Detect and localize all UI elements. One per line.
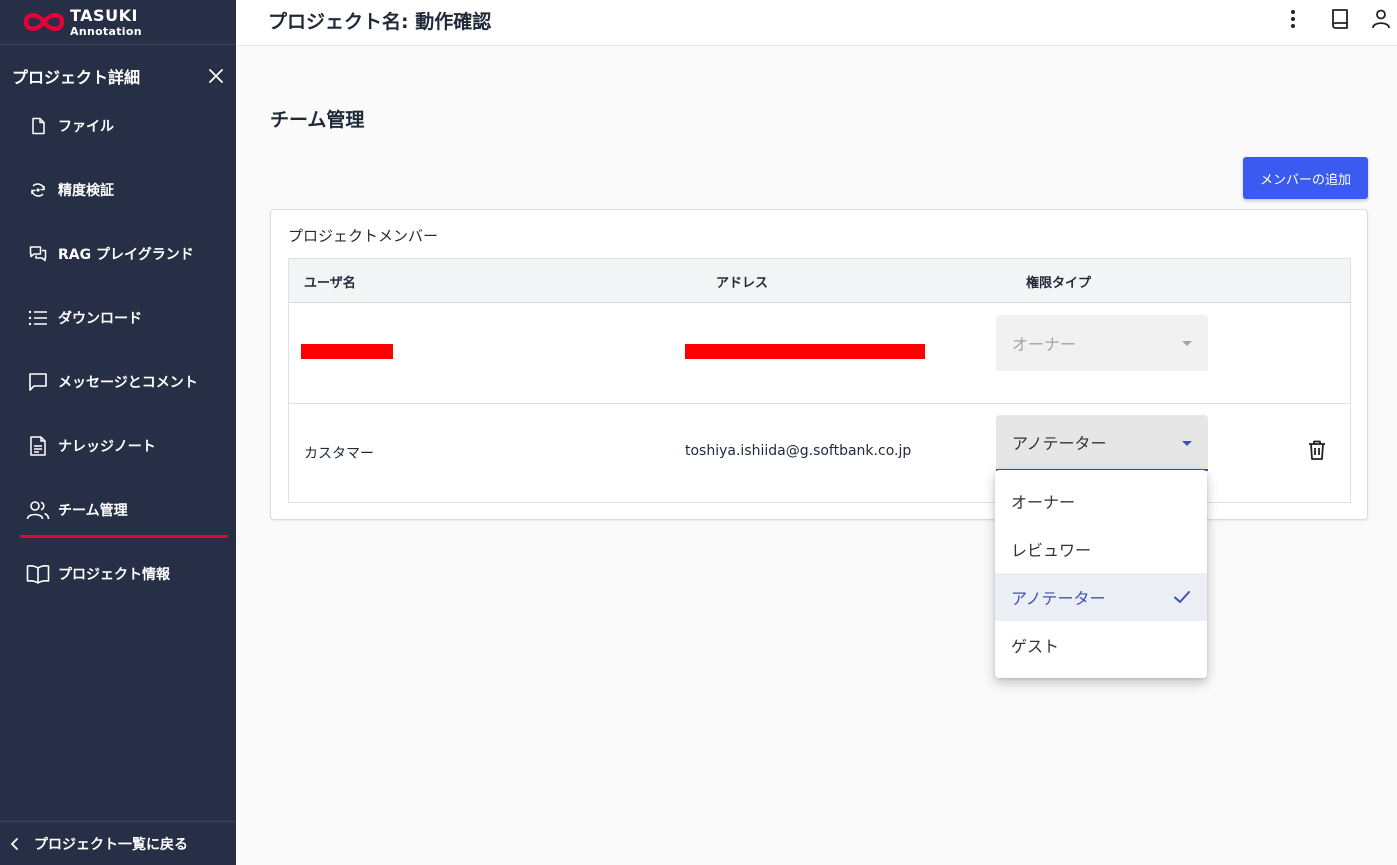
list-icon bbox=[26, 306, 50, 330]
role-option-label: レビュワー bbox=[1011, 541, 1092, 560]
sidebar-item-rag-playground[interactable]: RAG プレイグランド bbox=[20, 234, 228, 274]
role-option-annotator[interactable]: アノテーター bbox=[995, 573, 1207, 621]
back-to-projects-label: プロジェクト一覧に戻る bbox=[34, 836, 188, 853]
chat-bubbles-icon bbox=[26, 242, 50, 266]
role-option-label: アノテーター bbox=[1011, 589, 1106, 608]
redacted-username bbox=[301, 344, 393, 359]
logo-title: TASUKI bbox=[70, 5, 138, 25]
column-header-role: 権限タイプ bbox=[1026, 276, 1092, 291]
sidebar-item-label: プロジェクト情報 bbox=[58, 567, 170, 583]
card-title: プロジェクトメンバー bbox=[288, 227, 439, 245]
role-option-label: ゲスト bbox=[1011, 637, 1060, 656]
project-title: プロジェクト名: 動作確認 bbox=[268, 11, 492, 33]
members-table: ユーザ名 アドレス 権限タイプ オーナー カスタマー toshiya.ishii… bbox=[288, 258, 1351, 503]
dropdown-caret-icon bbox=[1182, 441, 1192, 446]
sidebar-item-project-info[interactable]: プロジェクト情報 bbox=[20, 554, 228, 594]
table-header: ユーザ名 アドレス 権限タイプ bbox=[289, 259, 1350, 303]
sidebar-title: プロジェクト詳細 bbox=[12, 68, 141, 87]
sidebar-item-messages[interactable]: メッセージとコメント bbox=[20, 362, 228, 402]
sidebar-item-team-management[interactable]: チーム管理 bbox=[20, 490, 228, 538]
sidebar-item-label: 精度検証 bbox=[58, 183, 114, 199]
column-header-address: アドレス bbox=[716, 276, 769, 291]
back-to-projects-link[interactable]: プロジェクト一覧に戻る bbox=[0, 821, 236, 865]
sidebar-item-files[interactable]: ファイル bbox=[20, 106, 228, 146]
document-icon bbox=[26, 434, 50, 458]
sidebar: TASUKI Annotation プロジェクト詳細 ファイル 精度検証 RAG… bbox=[0, 0, 236, 865]
close-icon[interactable] bbox=[208, 68, 224, 84]
username-cell: カスタマー bbox=[304, 446, 374, 462]
sidebar-item-label: ファイル bbox=[58, 119, 114, 135]
check-icon bbox=[1174, 591, 1190, 603]
role-select-disabled: オーナー bbox=[996, 315, 1208, 371]
sidebar-item-accuracy[interactable]: 精度検証 bbox=[20, 170, 228, 210]
redacted-address bbox=[685, 344, 925, 359]
users-icon bbox=[26, 498, 50, 522]
sidebar-header: プロジェクト詳細 bbox=[12, 64, 224, 88]
role-dropdown-menu: オーナー レビュワー アノテーター ゲスト bbox=[995, 470, 1207, 678]
sidebar-item-download[interactable]: ダウンロード bbox=[20, 298, 228, 338]
sidebar-item-label: ナレッジノート bbox=[58, 439, 156, 455]
role-option-label: オーナー bbox=[1011, 493, 1076, 512]
chevron-left-icon bbox=[10, 837, 18, 850]
sidebar-item-label: チーム管理 bbox=[58, 503, 128, 519]
message-icon bbox=[26, 370, 50, 394]
accuracy-icon bbox=[26, 178, 50, 202]
book-open-icon bbox=[26, 562, 50, 586]
page-title: チーム管理 bbox=[270, 109, 365, 131]
dropdown-caret-icon bbox=[1182, 341, 1192, 346]
delete-member-icon[interactable] bbox=[1305, 438, 1329, 462]
role-option-reviewer[interactable]: レビュワー bbox=[995, 525, 1207, 573]
file-icon bbox=[26, 114, 50, 138]
role-select-value: オーナー bbox=[1012, 335, 1077, 354]
sidebar-item-label: ダウンロード bbox=[58, 311, 142, 327]
column-header-username: ユーザ名 bbox=[304, 276, 356, 291]
table-row: オーナー bbox=[289, 304, 1350, 404]
sidebar-item-label: メッセージとコメント bbox=[58, 375, 198, 391]
sidebar-item-label: RAG プレイグランド bbox=[58, 247, 194, 263]
add-member-button[interactable]: メンバーの追加 bbox=[1243, 157, 1368, 199]
more-vertical-icon[interactable] bbox=[1281, 7, 1305, 31]
top-header: プロジェクト名: 動作確認 bbox=[236, 0, 1397, 46]
role-select[interactable]: アノテーター bbox=[996, 415, 1208, 471]
role-select-value: アノテーター bbox=[1012, 434, 1107, 453]
user-account-icon[interactable] bbox=[1369, 7, 1393, 31]
book-icon[interactable] bbox=[1329, 7, 1353, 31]
logo[interactable]: TASUKI Annotation bbox=[0, 0, 236, 45]
role-option-owner[interactable]: オーナー bbox=[995, 477, 1207, 525]
logo-subtitle: Annotation bbox=[70, 24, 142, 38]
address-cell: toshiya.ishiida@g.softbank.co.jp bbox=[685, 443, 912, 459]
role-option-guest[interactable]: ゲスト bbox=[995, 621, 1207, 669]
sidebar-item-knowledge-notes[interactable]: ナレッジノート bbox=[20, 426, 228, 466]
tasuki-logo-icon bbox=[23, 13, 65, 31]
